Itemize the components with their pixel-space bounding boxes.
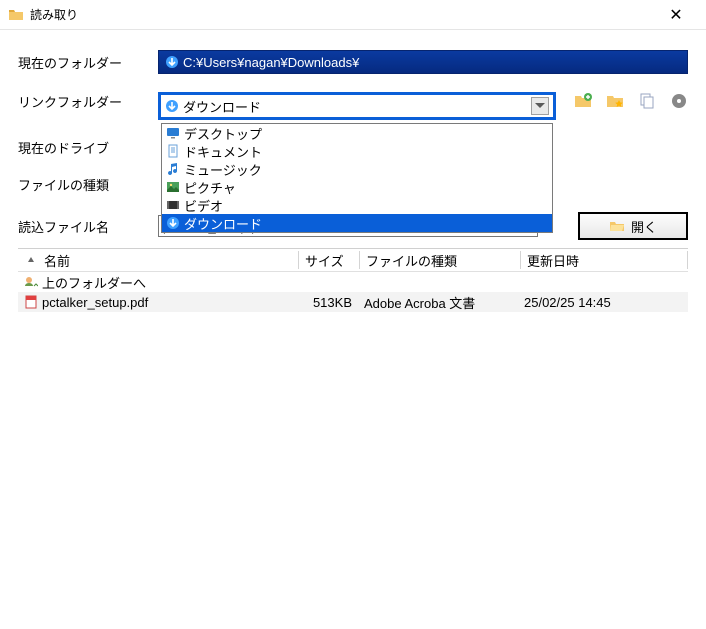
down-arrow-icon <box>165 55 179 69</box>
open-button-label: 開く <box>631 217 657 236</box>
video-icon <box>166 198 180 212</box>
combo-text: ダウンロード <box>183 97 531 116</box>
new-folder-icon[interactable] <box>574 92 592 110</box>
path-text: C:¥Users¥nagan¥Downloads¥ <box>183 55 359 70</box>
list-row-file[interactable]: pctalker_setup.pdf 513KB Adobe Acroba 文書… <box>18 292 688 312</box>
row-type: Adobe Acroba 文書 <box>358 293 518 312</box>
folder-star-icon[interactable] <box>606 92 624 110</box>
col-name[interactable]: 名前 <box>18 251 298 270</box>
copy-icon[interactable] <box>638 92 656 110</box>
up-folder-icon <box>24 275 38 289</box>
label-file-type: ファイルの種類 <box>18 175 158 194</box>
col-size[interactable]: サイズ <box>299 251 359 270</box>
dropdown-item-download[interactable]: ダウンロード <box>162 214 552 232</box>
file-list: 上のフォルダーへ pctalker_setup.pdf 513KB Adobe … <box>18 272 688 312</box>
link-folder-dropdown: デスクトップ ドキュメント ミュージック ピクチャ <box>161 123 553 233</box>
link-folder-combo[interactable]: ダウンロード デスクトップ ドキュメント ミュージック <box>158 92 556 120</box>
col-name-label: 名前 <box>44 251 70 270</box>
dropdown-label: デスクトップ <box>184 124 262 143</box>
window-title: 読み取り <box>30 6 654 23</box>
desktop-icon <box>166 126 180 140</box>
dropdown-item-music[interactable]: ミュージック <box>162 160 552 178</box>
toolbar <box>574 92 688 110</box>
dropdown-item-desktop[interactable]: デスクトップ <box>162 124 552 142</box>
row-date: 25/02/25 14:45 <box>518 295 688 310</box>
pdf-icon <box>24 295 38 309</box>
picture-icon <box>166 180 180 194</box>
dropdown-label: ビデオ <box>184 196 223 215</box>
row-size: 513KB <box>298 295 358 310</box>
label-current-drive: 現在のドライブ <box>18 138 158 157</box>
current-folder-path[interactable]: C:¥Users¥nagan¥Downloads¥ <box>158 50 688 74</box>
col-type[interactable]: ファイルの種類 <box>360 251 520 270</box>
music-icon <box>166 162 180 176</box>
folder-open-icon <box>609 218 625 234</box>
dropdown-item-video[interactable]: ビデオ <box>162 196 552 214</box>
label-current-folder: 現在のフォルダー <box>18 53 158 72</box>
document-icon <box>166 144 180 158</box>
list-row-up[interactable]: 上のフォルダーへ <box>18 272 688 292</box>
dropdown-label: ミュージック <box>184 160 262 179</box>
label-read-filename: 読込ファイル名 <box>18 217 158 236</box>
row-name: pctalker_setup.pdf <box>42 295 148 310</box>
sort-asc-icon <box>26 253 36 268</box>
disc-icon[interactable] <box>670 92 688 110</box>
list-header: 名前 サイズ ファイルの種類 更新日時 <box>18 248 688 272</box>
dropdown-item-document[interactable]: ドキュメント <box>162 142 552 160</box>
folder-icon <box>8 7 24 23</box>
dropdown-label: ダウンロード <box>184 214 262 233</box>
dropdown-label: ピクチャ <box>184 178 236 197</box>
label-link-folder: リンクフォルダー <box>18 92 158 111</box>
titlebar: 読み取り ✕ <box>0 0 706 30</box>
close-icon[interactable]: ✕ <box>654 5 698 25</box>
dropdown-label: ドキュメント <box>184 142 262 161</box>
chevron-down-icon[interactable] <box>531 97 549 115</box>
row-name: 上のフォルダーへ <box>42 273 146 292</box>
col-date[interactable]: 更新日時 <box>521 251 687 270</box>
open-button[interactable]: 開く <box>578 212 688 240</box>
down-arrow-icon <box>165 99 179 113</box>
dropdown-item-picture[interactable]: ピクチャ <box>162 178 552 196</box>
download-icon <box>166 216 180 230</box>
